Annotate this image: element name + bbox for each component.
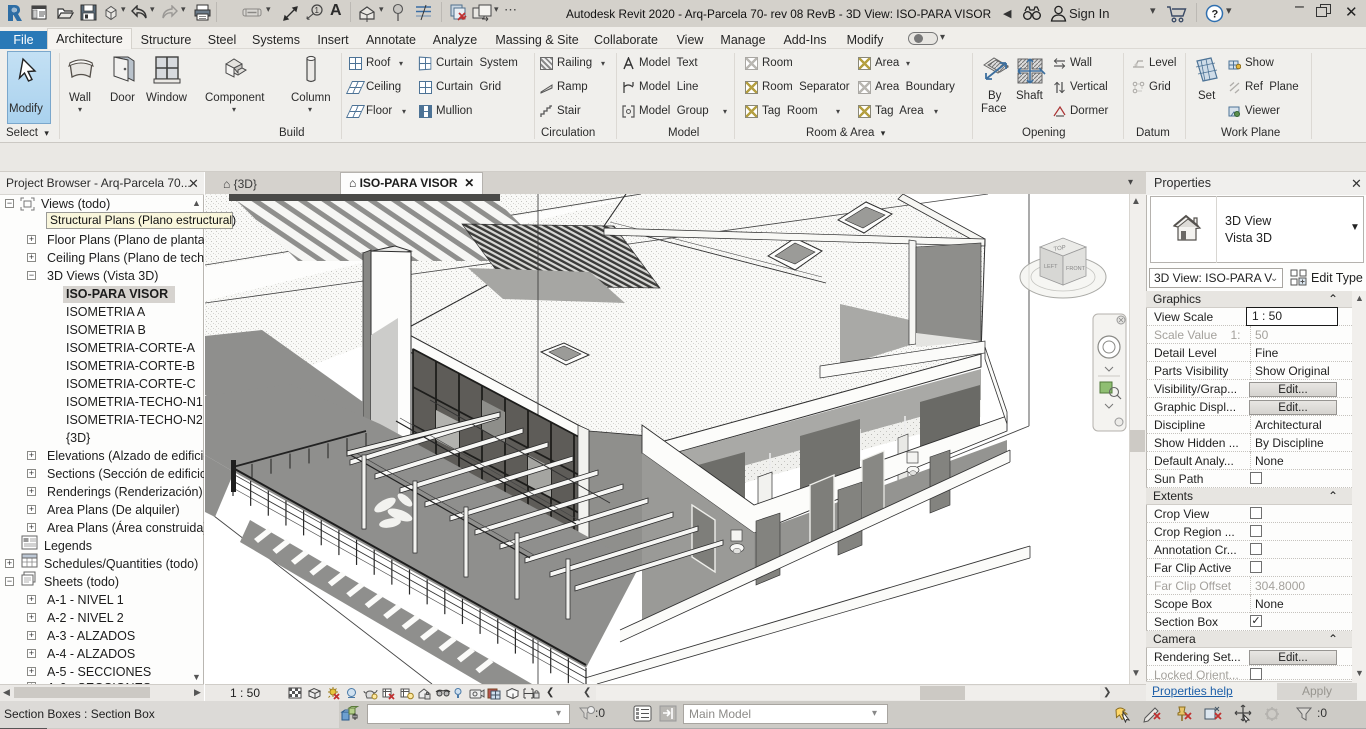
svg-text:FRONT: FRONT (1066, 266, 1086, 272)
svg-text:1: 1 (315, 6, 320, 15)
svg-text:LEFT: LEFT (1044, 264, 1058, 270)
svg-text:?: ? (1212, 9, 1219, 21)
